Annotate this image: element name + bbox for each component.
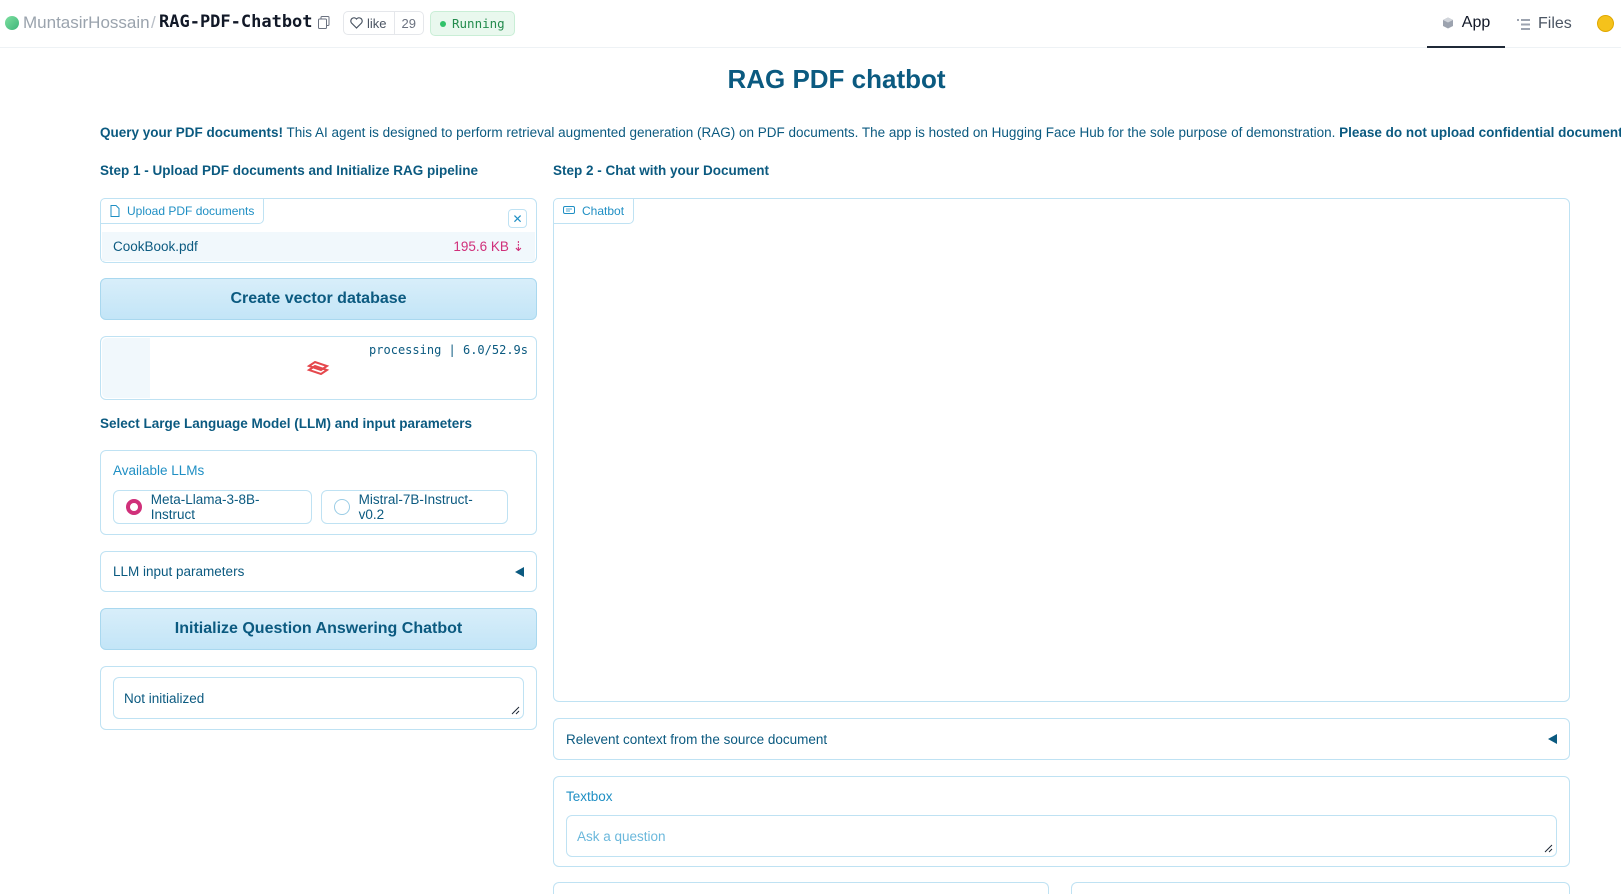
submit-button-partial[interactable] [553,882,1049,894]
owner-link[interactable]: MuntasirHossain [23,13,150,33]
owner-avatar[interactable] [5,16,19,30]
file-name: CookBook.pdf [113,239,198,254]
tab-app[interactable]: App [1427,0,1505,48]
status-panel: Not initialized [100,666,537,730]
llm-group-label: Available LLMs [113,463,205,478]
chat-icon [563,206,575,214]
question-input[interactable]: Ask a question [566,815,1557,857]
llm-option-label: Mistral-7B-Instruct-v0.2 [358,492,473,522]
upload-chip-label: Upload PDF documents [127,204,255,218]
step1-label: Step 1 - Upload PDF documents and Initia… [100,163,479,178]
path-separator: / [151,13,156,32]
file-size-value: 195.6 KB [453,238,509,254]
uploaded-file-row: CookBook.pdf 195.6 KB ⇣ [102,232,535,261]
llm-option-llama[interactable]: Meta-Llama-3-8B-Instruct [113,490,312,524]
resize-handle-icon[interactable] [511,706,520,715]
status-text: Running [452,16,505,31]
upload-chip: Upload PDF documents [100,198,265,224]
status-textbox[interactable]: Not initialized [113,677,524,719]
like-label: like [367,15,387,31]
question-textbox-panel: Textbox Ask a question [553,776,1570,867]
tab-files-label: Files [1538,15,1572,32]
resize-handle-icon[interactable] [1544,844,1553,853]
clear-button-partial[interactable] [1071,882,1570,894]
tab-files[interactable]: Files [1517,0,1572,48]
intro-body: This AI agent is designed to perform ret… [283,125,1340,140]
accordion-label: Relevent context from the source documen… [566,731,828,747]
textbox-label: Textbox [566,789,613,804]
like-button[interactable]: like 29 [343,11,424,35]
status-value: Not initialized [124,690,205,706]
collapse-arrow-icon[interactable] [1548,734,1557,744]
files-icon [1517,18,1530,30]
create-vector-db-button[interactable]: Create vector database [100,278,537,320]
chatbot-chip-label: Chatbot [582,204,625,218]
llm-option-label: Meta-Llama-3-8B-Instruct [150,492,260,522]
llm-params-accordion[interactable]: LLM input parameters [100,551,537,592]
tab-app-label: App [1461,14,1491,31]
chatbot-chip: Chatbot [553,198,635,224]
status-badge: Running [430,11,515,36]
intro-text: Query your PDF documents! This AI agent … [100,125,1621,140]
progress-text: processing | 6.0/52.9s [369,343,528,357]
llm-section-label: Select Large Language Model (LLM) and in… [100,416,473,431]
collapse-arrow-icon[interactable] [515,566,524,577]
user-avatar[interactable] [1597,15,1614,32]
top-header-bar: MuntasirHossain / RAG-PDF-Chatbot like 2… [0,0,1621,48]
chatbot-panel[interactable]: Chatbot [553,198,1570,702]
radio-unselected-icon[interactable] [334,499,350,515]
clear-file-button[interactable]: ✕ [508,209,527,228]
init-chatbot-button[interactable]: Initialize Question Answering Chatbot [100,608,537,650]
progress-sidebar [102,338,150,398]
progress-panel: processing | 6.0/52.9s [100,336,537,400]
copy-icon[interactable] [318,16,330,29]
file-size[interactable]: 195.6 KB ⇣ [453,239,524,255]
page-title: RAG PDF chatbot [727,64,946,94]
llm-option-mistral[interactable]: Mistral-7B-Instruct-v0.2 [321,490,508,524]
intro-warning: Please do not upload confidential docume… [1339,125,1621,140]
step2-label: Step 2 - Chat with your Document [553,163,770,178]
repo-name[interactable]: RAG-PDF-Chatbot [159,12,313,32]
download-icon[interactable]: ⇣ [513,239,524,254]
question-placeholder: Ask a question [577,828,666,844]
radio-selected-icon[interactable] [126,499,142,515]
loading-spinner-icon [306,361,330,375]
heart-icon [350,17,363,29]
llm-selector-panel: Available LLMs Meta-Llama-3-8B-Instruct … [100,450,537,535]
file-upload-panel[interactable]: Upload PDF documents ✕ CookBook.pdf 195.… [100,198,537,263]
like-count: 29 [401,15,416,31]
app-icon [1442,17,1453,29]
close-icon: ✕ [512,211,523,226]
status-dot-icon [440,20,446,27]
file-icon [110,205,120,217]
intro-bold: Query your PDF documents! [100,125,284,140]
accordion-label: LLM input parameters [113,564,245,579]
context-accordion[interactable]: Relevent context from the source documen… [553,718,1570,760]
